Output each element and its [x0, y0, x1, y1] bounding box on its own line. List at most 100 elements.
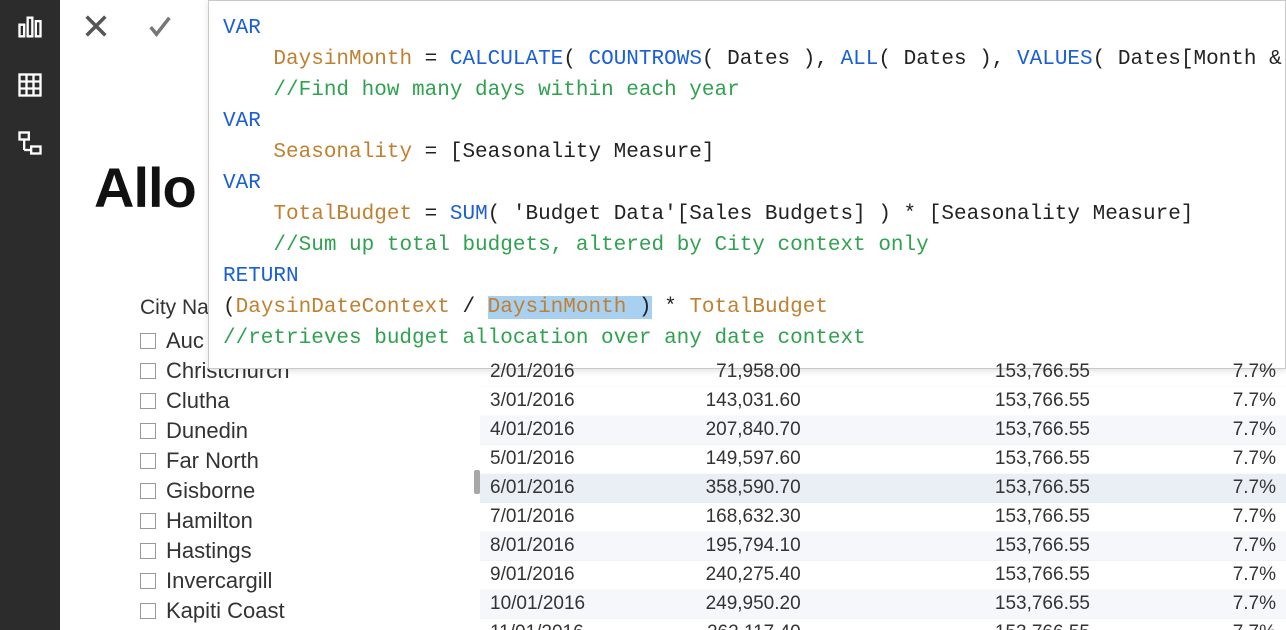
cell-percent: 7.7%: [1203, 445, 1286, 474]
model-view-icon[interactable]: [15, 128, 45, 158]
cell-gap: [1100, 503, 1203, 532]
main-canvas: Allo City Nar AucChristchurchCluthaDuned…: [60, 0, 1286, 630]
cell-value-2: 153,766.55: [935, 416, 1100, 445]
filter-item[interactable]: Hastings: [140, 538, 289, 564]
filter-item[interactable]: Dunedin: [140, 418, 289, 444]
page-title: Allo: [94, 155, 196, 220]
cell-value-1: 195,794.10: [625, 532, 811, 561]
table-row[interactable]: 6/01/2016358,590.70153,766.557.7%: [480, 474, 1286, 503]
cell-value-1: 240,275.40: [625, 561, 811, 590]
cell-gap: [811, 561, 935, 590]
data-view-icon[interactable]: [15, 70, 45, 100]
checkbox-icon[interactable]: [140, 603, 156, 619]
cell-value-2: 153,766.55: [935, 445, 1100, 474]
accept-button[interactable]: [138, 4, 182, 48]
table-row[interactable]: 5/01/2016149,597.60 153,766.55 7.7%: [480, 445, 1286, 474]
filter-item-label: Clutha: [166, 388, 230, 414]
cell-gap: [811, 590, 935, 619]
cell-date: 11/01/2016: [480, 619, 625, 630]
filter-item-label: Auc: [166, 328, 204, 354]
filter-item[interactable]: Hamilton: [140, 508, 289, 534]
filter-item-label: Gisborne: [166, 478, 255, 504]
cell-gap: [811, 416, 935, 445]
cell-gap: [811, 474, 935, 503]
table-row[interactable]: 8/01/2016195,794.10153,766.557.7%: [480, 532, 1286, 561]
filter-item-label: Hastings: [166, 538, 252, 564]
cell-value-1: 71,958.00: [625, 358, 811, 387]
cell-value-1: 207,840.70: [625, 416, 811, 445]
cell-gap: [811, 503, 935, 532]
cell-gap: [1100, 387, 1203, 416]
cell-percent: 7.7%: [1203, 474, 1286, 503]
filter-item[interactable]: Invercargill: [140, 568, 289, 594]
cell-percent: 7.7%: [1203, 503, 1286, 532]
filter-item[interactable]: Kapiti Coast: [140, 598, 289, 624]
cell-percent: 7.7%: [1203, 416, 1286, 445]
cell-value-1: 249,950.20: [625, 590, 811, 619]
report-view-icon[interactable]: [15, 12, 45, 42]
cell-date: 5/01/2016: [480, 445, 625, 474]
table-row[interactable]: 9/01/2016240,275.40153,766.557.7%: [480, 561, 1286, 590]
checkbox-icon[interactable]: [140, 573, 156, 589]
checkbox-icon[interactable]: [140, 543, 156, 559]
city-filter-list: AucChristchurchCluthaDunedinFar NorthGis…: [140, 328, 289, 624]
cell-gap: [811, 532, 935, 561]
cell-gap: [1100, 619, 1203, 630]
cell-gap: [811, 387, 935, 416]
cell-percent: 7.7%: [1203, 358, 1286, 387]
cancel-button[interactable]: [74, 4, 118, 48]
checkbox-icon[interactable]: [140, 513, 156, 529]
filter-item-label: Kapiti Coast: [166, 598, 285, 624]
cell-value-2: 153,766.55: [935, 561, 1100, 590]
cell-value-1: 143,031.60: [625, 387, 811, 416]
cell-gap: [1100, 445, 1203, 474]
checkbox-icon[interactable]: [140, 333, 156, 349]
cell-value-2: 153,766.55: [935, 358, 1100, 387]
cell-gap: [811, 358, 935, 387]
cell-date: 7/01/2016: [480, 503, 625, 532]
cell-value-1: 149,597.60: [625, 445, 811, 474]
filter-field-label: City Nar: [140, 296, 216, 320]
table-row[interactable]: 4/01/2016207,840.70 153,766.55 7.7%: [480, 416, 1286, 445]
cell-value-2: 153,766.55: [935, 387, 1100, 416]
cell-percent: 7.7%: [1203, 619, 1286, 630]
dax-formula-editor[interactable]: VAR DaysinMonth = CALCULATE( COUNTROWS( …: [208, 0, 1286, 369]
cell-value-1: 168,632.30: [625, 503, 811, 532]
cell-gap: [811, 619, 935, 630]
cell-gap: [1100, 561, 1203, 590]
filter-item-label: Dunedin: [166, 418, 248, 444]
cell-value-2: 153,766.55: [935, 503, 1100, 532]
filter-item-label: Far North: [166, 448, 259, 474]
cell-date: 6/01/2016: [480, 474, 625, 503]
table-row[interactable]: 7/01/2016168,632.30 153,766.55 7.7%: [480, 503, 1286, 532]
cell-percent: 7.7%: [1203, 532, 1286, 561]
data-table: 2/01/201671,958.00153,766.557.7%3/01/201…: [480, 358, 1286, 630]
cell-gap: [1100, 532, 1203, 561]
filter-item-label: Invercargill: [166, 568, 272, 594]
filter-item[interactable]: Clutha: [140, 388, 289, 414]
cell-date: 2/01/2016: [480, 358, 625, 387]
cell-gap: [1100, 358, 1203, 387]
table-row[interactable]: 3/01/2016143,031.60153,766.557.7%: [480, 387, 1286, 416]
filter-item[interactable]: Far North: [140, 448, 289, 474]
table-row[interactable]: 11/01/2016262,117.40 153,766.55 7.7%: [480, 619, 1286, 630]
data-table-wrap: 2/01/201671,958.00153,766.557.7%3/01/201…: [480, 358, 1286, 630]
checkbox-icon[interactable]: [140, 393, 156, 409]
checkbox-icon[interactable]: [140, 453, 156, 469]
table-row[interactable]: 10/01/2016249,950.20153,766.557.7%: [480, 590, 1286, 619]
checkbox-icon[interactable]: [140, 483, 156, 499]
cell-gap: [1100, 416, 1203, 445]
cell-value-2: 153,766.55: [935, 532, 1100, 561]
cell-value-1: 262,117.40: [625, 619, 811, 630]
cell-value-1: 358,590.70: [625, 474, 811, 503]
checkbox-icon[interactable]: [140, 423, 156, 439]
cell-date: 4/01/2016: [480, 416, 625, 445]
cell-date: 10/01/2016: [480, 590, 625, 619]
filter-item[interactable]: Gisborne: [140, 478, 289, 504]
cell-gap: [1100, 590, 1203, 619]
formula-toolbar: [74, 4, 182, 48]
cell-percent: 7.7%: [1203, 561, 1286, 590]
table-row[interactable]: 2/01/201671,958.00 153,766.55 7.7%: [480, 358, 1286, 387]
checkbox-icon[interactable]: [140, 363, 156, 379]
cell-value-2: 153,766.55: [935, 619, 1100, 630]
